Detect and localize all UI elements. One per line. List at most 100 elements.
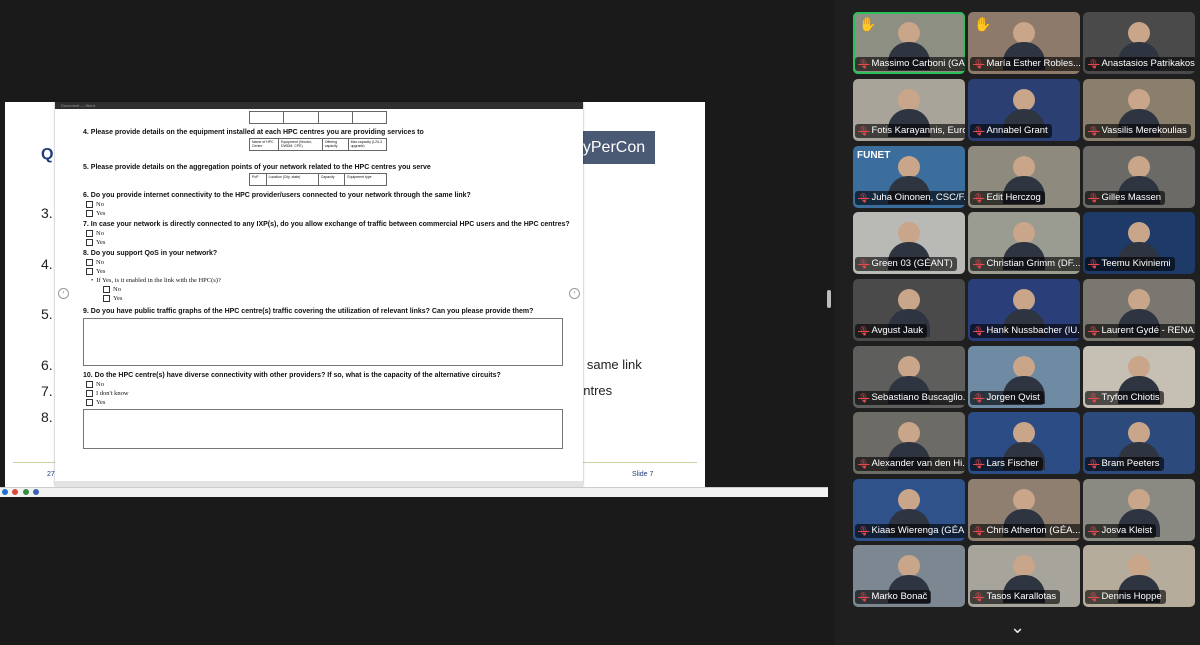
app-icon[interactable] [22, 489, 29, 495]
checkbox[interactable] [103, 295, 110, 302]
participant-tile[interactable]: 🎙 Tryfon Chiotis [1083, 346, 1195, 408]
chevron-down-icon[interactable]: ⌄ [1010, 617, 1025, 638]
checkbox[interactable] [86, 268, 93, 275]
app-icon[interactable] [12, 489, 19, 495]
participant-tile[interactable]: 🎙 Lars Fischer [968, 412, 1080, 474]
participant-name: Dennis Hoppe [1101, 591, 1162, 602]
checkbox-option[interactable]: I don't know [86, 389, 573, 398]
answer-field-9[interactable] [83, 318, 563, 366]
slide-heading: Q [41, 146, 54, 163]
participant-tile[interactable]: 🎙 Gilles Massen [1083, 146, 1195, 208]
answer-field-10[interactable] [83, 409, 563, 449]
participant-name: Fotis Karayannis, EuroH... [871, 125, 965, 136]
participant-name-label: 🎙 Green 03 (GÉANT) [855, 257, 957, 271]
video-person-head [898, 222, 920, 244]
muted-mic-icon: 🎙 [1088, 592, 1100, 602]
participant-name: Chris Atherton (GÉA... [986, 525, 1080, 536]
participant-tile[interactable]: FUNET 🎙 Juha Oinonen, CSC/F... [853, 146, 965, 208]
checkbox[interactable] [86, 390, 93, 397]
participant-tile[interactable]: 🎙 Anastasios Patrikakos [1083, 12, 1195, 74]
question-7: 7. In case your network is directly conn… [83, 221, 570, 228]
slide-item-number: 4. [41, 256, 53, 272]
participant-tile[interactable]: 🎙 Dennis Hoppe [1083, 545, 1195, 607]
participant-name: Edit Herczog [986, 192, 1041, 203]
participant-tile[interactable]: 🎙 Josva Kleist [1083, 479, 1195, 541]
participant-tile[interactable]: 🎙 Jorgen Qvist [968, 346, 1080, 408]
checkbox[interactable] [86, 259, 93, 266]
chevron-right-icon[interactable]: › [569, 288, 580, 299]
checkbox-option[interactable]: Yes [86, 267, 573, 276]
participant-tile[interactable]: 🎙 Kiaas Wierenga (GÉA... [853, 479, 965, 541]
video-person-head [898, 356, 920, 378]
participant-name-label: 🎙Fotis Karayannis, EuroH... [855, 124, 965, 138]
chevron-left-icon[interactable]: ‹ [58, 288, 69, 299]
checkbox[interactable] [86, 381, 93, 388]
participant-name-label: 🎙 Annabel Grant [970, 124, 1052, 138]
checkbox-option[interactable]: No [103, 285, 573, 294]
slide-item-number: 6. [41, 357, 53, 373]
muted-mic-icon: 🎙 [858, 592, 870, 602]
participant-tile[interactable]: 🎙 Marko Bonač [853, 545, 965, 607]
checkbox[interactable] [86, 201, 93, 208]
participant-tile[interactable]: 🎙 Tasos Karallotas [968, 545, 1080, 607]
app-icon[interactable] [33, 489, 40, 495]
checkbox-option[interactable]: Yes [86, 238, 573, 247]
question-8: 8. Do you support QoS in your network? [83, 250, 218, 257]
equipment-table[interactable]: Name of HPC Centre Equipment (Vendor, DW… [248, 138, 388, 151]
checkbox[interactable] [86, 210, 93, 217]
shared-screen: Q yPerCon 3. 4. 5. 6. 7. 8. e same link … [0, 0, 833, 645]
option-label: No [96, 259, 104, 266]
participant-tile[interactable]: 🎙Fotis Karayannis, EuroH... [853, 79, 965, 141]
participant-tile[interactable]: 🎙 Hank Nussbacher (IU... [968, 279, 1080, 341]
participant-tile[interactable]: 🎙 Annabel Grant [968, 79, 1080, 141]
video-person-head [898, 489, 920, 511]
muted-mic-icon: 🎙 [1088, 259, 1100, 269]
participant-name-label: 🎙 Vassilis Merekoulias [1085, 124, 1191, 138]
checkbox-option[interactable]: Yes [86, 398, 573, 407]
checkbox-option[interactable]: No [86, 380, 573, 389]
checkbox-option[interactable]: No [86, 229, 573, 238]
participant-name: Marko Bonač [871, 591, 928, 602]
checkbox[interactable] [86, 230, 93, 237]
checkbox-option[interactable]: Yes [86, 209, 573, 218]
participant-name: Massimo Carboni (GARR) [871, 58, 965, 69]
participant-tile[interactable]: 🎙 Laurent Gydé - RENA... [1083, 279, 1195, 341]
participant-name: Laurent Gydé - RENA... [1101, 325, 1195, 336]
participant-tile[interactable]: 🎙 Christian Grimm (DF... [968, 212, 1080, 274]
participant-name: Green 03 (GÉANT) [871, 258, 953, 269]
participant-tile[interactable]: 🎙 Chris Atherton (GÉA... [968, 479, 1080, 541]
table-header: PoP [249, 173, 267, 186]
video-person-head [1013, 356, 1035, 378]
participant-tile[interactable]: 🎙 Bram Peeters [1083, 412, 1195, 474]
start-icon[interactable] [2, 489, 8, 495]
participant-tile[interactable]: ✋ 🎙Massimo Carboni (GARR) [853, 12, 965, 74]
checkbox-option[interactable]: No [86, 200, 573, 209]
participant-tile[interactable]: 🎙 Green 03 (GÉANT) [853, 212, 965, 274]
participant-tile[interactable]: 🎙 Sebastiano Buscaglio... [853, 346, 965, 408]
participant-name-label: 🎙 Tryfon Chiotis [1085, 391, 1164, 405]
participant-tile[interactable]: ✋ 🎙 María Esther Robles... [968, 12, 1080, 74]
participant-tile[interactable]: 🎙 Alexander van den Hi... [853, 412, 965, 474]
checkbox[interactable] [86, 239, 93, 246]
muted-mic-icon: 🎙 [973, 259, 985, 269]
video-person-head [1013, 22, 1035, 44]
checkbox-option[interactable]: Yes [103, 294, 573, 303]
participant-tile[interactable]: 🎙 Vassilis Merekoulias [1083, 79, 1195, 141]
checkbox[interactable] [103, 286, 110, 293]
bullet-icon: • [91, 277, 94, 284]
checkbox[interactable] [86, 399, 93, 406]
checkbox-option[interactable]: No [86, 258, 573, 267]
participant-name-label: 🎙 Christian Grimm (DF... [970, 257, 1080, 271]
question-9: 9. Do you have public traffic graphs of … [83, 308, 534, 315]
participant-tile[interactable]: 🎙 Teemu Kiviniemi [1083, 212, 1195, 274]
aggregation-table[interactable]: PoP Location (City, state) Capacity Equi… [249, 173, 387, 186]
participant-name: Josva Kleist [1101, 525, 1153, 536]
document-title-bar: Document — Word [55, 102, 583, 109]
participant-tile[interactable]: 🎙 Edit Herczog [968, 146, 1080, 208]
participant-name-label: 🎙 Tasos Karallotas [970, 590, 1061, 604]
participant-tile[interactable]: 🎙 Avgust Jauk [853, 279, 965, 341]
muted-mic-icon: 🎙 [1088, 126, 1100, 136]
muted-mic-icon: 🎙 [858, 193, 870, 203]
brand-logo-text: FUNET [857, 150, 891, 161]
splitter-handle[interactable] [827, 290, 831, 308]
